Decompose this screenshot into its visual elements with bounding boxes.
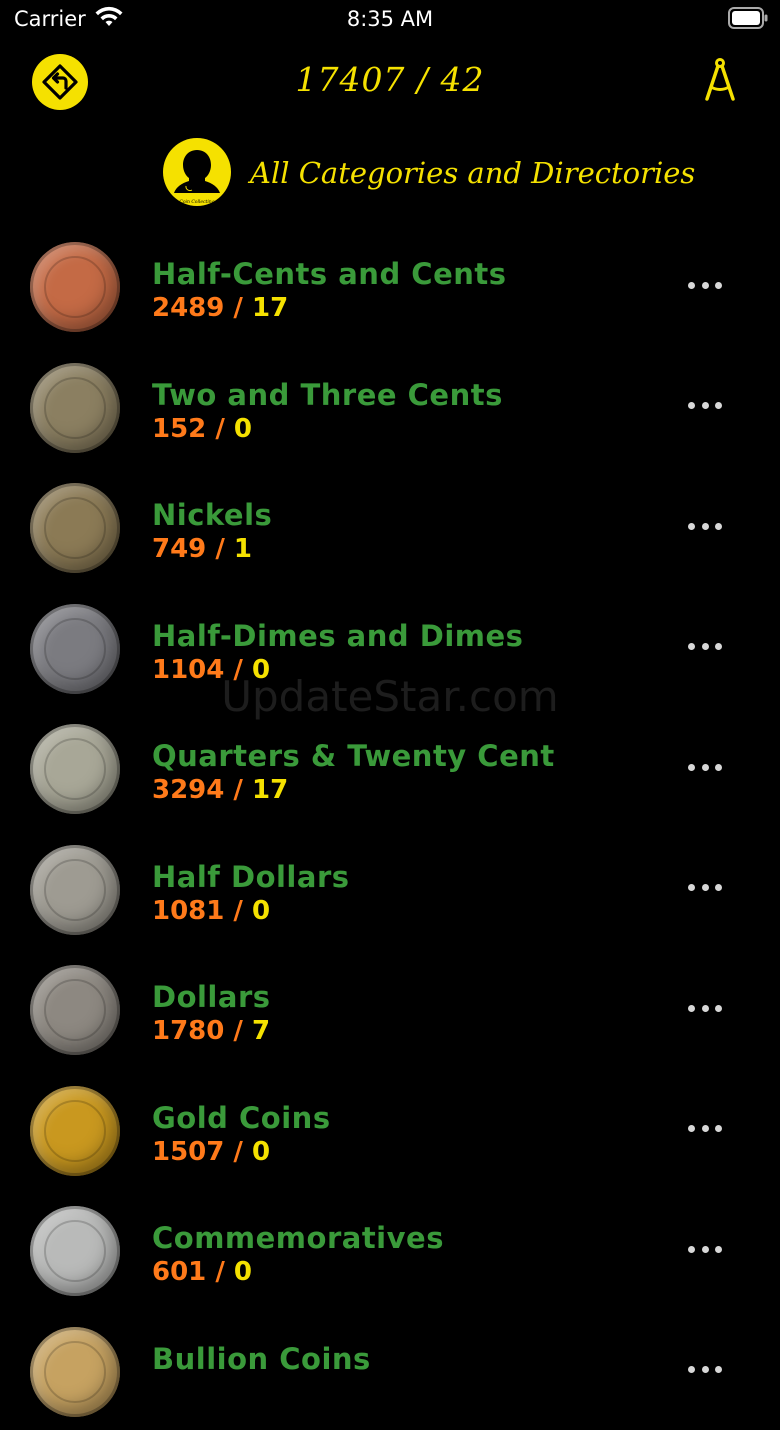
more-options-button[interactable]: [688, 878, 722, 898]
list-item[interactable]: Gold Coins 1507 / 0: [0, 1069, 780, 1190]
more-options-button[interactable]: [688, 396, 722, 416]
category-count: 1780 / 7: [152, 1016, 270, 1046]
coin-thumbnail: [30, 483, 120, 573]
compass-icon[interactable]: [702, 57, 738, 103]
category-count: 3294 / 17: [152, 775, 288, 805]
category-title: Dollars: [152, 980, 271, 1014]
coin-thumbnail: [30, 965, 120, 1055]
status-bar: Carrier 8:35 AM: [0, 0, 780, 40]
category-title: Half-Cents and Cents: [152, 257, 507, 291]
header-title: All Categories and Directories: [250, 156, 695, 190]
category-count: 152 / 0: [152, 414, 252, 444]
list-item[interactable]: Dollars 1780 / 7: [0, 948, 780, 1069]
category-count: 1081 / 0: [152, 896, 270, 926]
list-item[interactable]: Half Dollars 1081 / 0: [0, 828, 780, 949]
list-header: Coin Collecting All Categories and Direc…: [0, 138, 780, 218]
list-item[interactable]: Quarters & Twenty Cent 3294 / 17: [0, 707, 780, 828]
coin-thumbnail: [30, 724, 120, 814]
list-item[interactable]: Bullion Coins: [0, 1310, 780, 1430]
clock: 8:35 AM: [0, 7, 780, 31]
category-title: Quarters & Twenty Cent: [152, 739, 555, 773]
coin-thumbnail: [30, 1086, 120, 1176]
category-count: 1507 / 0: [152, 1137, 270, 1167]
list-item[interactable]: Two and Three Cents 152 / 0: [0, 346, 780, 467]
category-title: Commemoratives: [152, 1221, 444, 1255]
category-title: Bullion Coins: [152, 1342, 371, 1376]
battery-icon: [728, 7, 768, 29]
more-options-button[interactable]: [688, 998, 722, 1018]
category-count: 2489 / 17: [152, 293, 288, 323]
coin-thumbnail: [30, 1206, 120, 1296]
coin-thumbnail: [30, 242, 120, 332]
list-item[interactable]: Nickels 749 / 1: [0, 466, 780, 587]
watermark: UpdateStar.com: [0, 672, 780, 721]
category-list: Half-Cents and Cents 2489 / 17 Two and T…: [0, 225, 780, 1430]
category-title: Two and Three Cents: [152, 378, 503, 412]
navigation-bar: 17407 / 42: [0, 50, 780, 114]
list-item[interactable]: Half-Cents and Cents 2489 / 17: [0, 225, 780, 346]
more-options-button[interactable]: [688, 516, 722, 536]
coin-thumbnail: [30, 1327, 120, 1417]
svg-text:Coin Collecting: Coin Collecting: [179, 199, 214, 205]
more-options-button[interactable]: [688, 275, 722, 295]
category-count: 749 / 1: [152, 534, 252, 564]
more-options-button[interactable]: [688, 1360, 722, 1380]
category-title: Half Dollars: [152, 860, 350, 894]
coin-thumbnail: [30, 845, 120, 935]
more-options-button[interactable]: [688, 1239, 722, 1259]
page-title: 17407 / 42: [0, 60, 780, 99]
category-title: Nickels: [152, 498, 272, 532]
more-options-button[interactable]: [688, 757, 722, 777]
category-count: 601 / 0: [152, 1257, 252, 1287]
coin-thumbnail: [30, 363, 120, 453]
avatar: Coin Collecting: [163, 138, 231, 206]
more-options-button[interactable]: [688, 637, 722, 657]
silhouette-icon: Coin Collecting: [163, 138, 231, 206]
category-title: Half-Dimes and Dimes: [152, 619, 523, 653]
category-title: Gold Coins: [152, 1101, 331, 1135]
more-options-button[interactable]: [688, 1119, 722, 1139]
list-item[interactable]: Commemoratives 601 / 0: [0, 1189, 780, 1310]
